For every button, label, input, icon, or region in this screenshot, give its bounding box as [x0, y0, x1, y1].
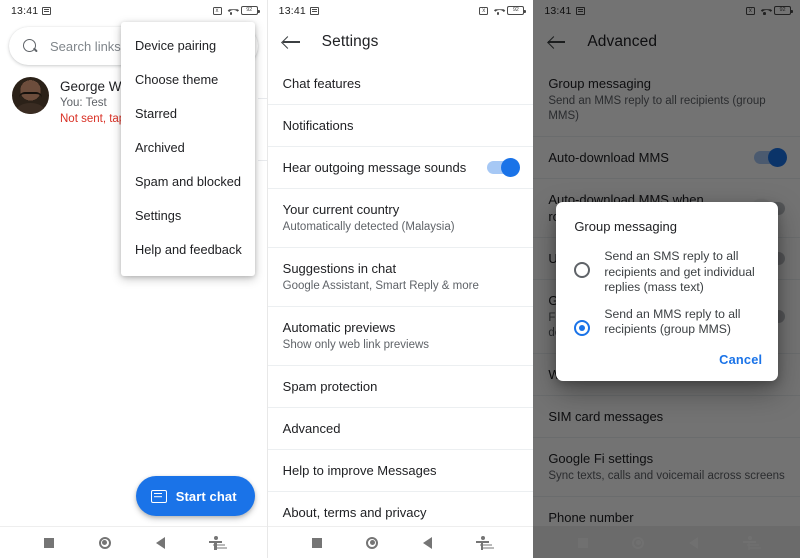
wifi-icon	[226, 7, 237, 15]
dialog-option-sms[interactable]: Send an SMS reply to all recipients and …	[556, 246, 778, 304]
home-circle-icon[interactable]	[632, 536, 645, 549]
navigation-bar	[0, 526, 267, 558]
navigation-bar	[533, 526, 800, 558]
settings-row-automatic-previews[interactable]: Automatic previews Show only web link pr…	[267, 307, 534, 366]
row-subtitle: Google Assistant, Smart Reply & more	[282, 280, 479, 292]
group-messaging-dialog: Group messaging Send an SMS reply to all…	[556, 202, 779, 381]
row-title: Help to improve Messages	[282, 463, 437, 478]
divider	[258, 98, 267, 99]
search-placeholder: Search links	[50, 38, 121, 54]
no-sim-icon: x	[212, 6, 222, 15]
settings-row-spam-protection[interactable]: Spam protection	[267, 366, 534, 408]
start-chat-button[interactable]: Start chat	[135, 476, 255, 516]
settings-row-help-to-improve-messages[interactable]: Help to improve Messages	[267, 450, 534, 492]
settings-row-advanced[interactable]: Advanced	[267, 408, 534, 450]
recents-square-icon[interactable]	[311, 537, 322, 548]
search-icon	[23, 38, 38, 54]
row-title: Hear outgoing message sounds	[282, 160, 467, 175]
panel-settings: 13:41 x 92 Settings Chat features Notifi…	[266, 0, 534, 558]
message-icon	[42, 6, 52, 15]
settings-row-notifications[interactable]: Notifications	[267, 105, 534, 147]
menu-item-help-and-feedback[interactable]: Help and feedback	[121, 233, 255, 267]
wifi-icon	[492, 7, 503, 15]
row-title: Automatic previews	[282, 320, 396, 335]
menu-item-choose-theme[interactable]: Choose theme	[121, 63, 255, 97]
home-circle-icon[interactable]	[366, 536, 379, 549]
toggle-hear-outgoing-message-sounds[interactable]	[487, 158, 521, 177]
avatar	[12, 77, 49, 114]
panel-conversation-list: 13:41 x 92 Search links George Wong You:…	[0, 0, 267, 558]
settings-row-suggestions-in-chat[interactable]: Suggestions in chat Google Assistant, Sm…	[267, 248, 534, 307]
no-sim-icon: x	[479, 6, 489, 15]
dialog-option-label: Send an SMS reply to all recipients and …	[604, 249, 755, 294]
menu-item-starred[interactable]: Starred	[121, 97, 255, 131]
settings-row-hear-outgoing-message-sounds[interactable]: Hear outgoing message sounds	[267, 147, 534, 189]
accessibility-icon[interactable]	[476, 535, 490, 550]
message-icon	[309, 6, 319, 15]
back-triangle-icon[interactable]	[422, 536, 432, 549]
row-title: Chat features	[282, 76, 361, 91]
menu-item-settings[interactable]: Settings	[121, 199, 255, 233]
new-message-icon	[150, 489, 167, 503]
back-triangle-icon[interactable]	[155, 536, 165, 549]
row-title: Suggestions in chat	[282, 261, 397, 276]
panel-advanced: 13:41 x 92 Advanced Group messaging Send…	[533, 0, 800, 558]
battery-icon: 92	[240, 6, 260, 15]
status-bar-time: 13:41	[11, 4, 39, 17]
radio-button-sms[interactable]	[574, 262, 591, 278]
three-panel-screenshot: 13:41 x 92 Search links George Wong You:…	[0, 0, 800, 558]
recents-square-icon[interactable]	[44, 537, 55, 548]
dialog-option-mms[interactable]: Send an MMS reply to all recipients (gro…	[556, 304, 778, 346]
row-title: Notifications	[282, 118, 354, 133]
radio-button-mms[interactable]	[574, 319, 591, 336]
navigation-bar	[267, 526, 534, 558]
dialog-title: Group messaging	[574, 219, 677, 234]
start-chat-label: Start chat	[175, 488, 237, 504]
overflow-menu: Device pairing Choose theme Starred Arch…	[121, 22, 255, 276]
recents-square-icon[interactable]	[577, 537, 588, 548]
settings-list: Chat features Notifications Hear outgoin…	[267, 63, 534, 534]
home-circle-icon[interactable]	[98, 536, 111, 549]
row-title: Your current country	[282, 202, 400, 217]
settings-row-chat-features[interactable]: Chat features	[267, 63, 534, 105]
status-bar: 13:41 x 92	[0, 0, 267, 21]
settings-row-your-current-country[interactable]: Your current country Automatically detec…	[267, 189, 534, 248]
page-title: Settings	[321, 33, 379, 50]
row-title: Advanced	[282, 421, 341, 436]
status-bar-time: 13:41	[278, 4, 306, 17]
back-arrow-icon[interactable]	[282, 35, 300, 49]
menu-item-device-pairing[interactable]: Device pairing	[121, 29, 255, 63]
divider	[258, 160, 267, 161]
cancel-button[interactable]: Cancel	[719, 352, 762, 367]
status-bar: 13:41 x 92	[268, 0, 534, 21]
menu-item-spam-and-blocked[interactable]: Spam and blocked	[121, 165, 255, 199]
dialog-option-label: Send an MMS reply to all recipients (gro…	[604, 306, 741, 337]
row-subtitle: Automatically detected (Malaysia)	[282, 221, 455, 233]
app-bar: Settings	[268, 21, 534, 63]
accessibility-icon[interactable]	[209, 535, 223, 550]
battery-icon: 92	[507, 6, 527, 15]
row-title: About, terms and privacy	[282, 505, 427, 520]
row-subtitle: Show only web link previews	[282, 339, 430, 351]
back-triangle-icon[interactable]	[688, 536, 698, 549]
accessibility-icon[interactable]	[742, 535, 756, 550]
row-title: Spam protection	[282, 379, 378, 394]
menu-item-archived[interactable]: Archived	[121, 131, 255, 165]
